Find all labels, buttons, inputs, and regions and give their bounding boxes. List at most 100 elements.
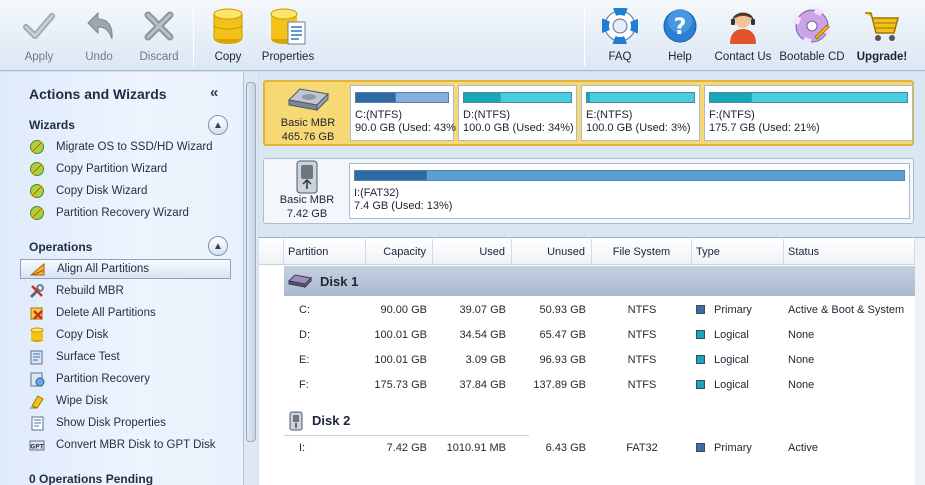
bootable-cd-label: Bootable CD — [779, 51, 845, 63]
upgrade-button[interactable]: Upgrade! — [853, 4, 911, 68]
action-item-partition-recovery[interactable]: Partition Recovery — [20, 369, 231, 389]
collapse-panel-icon[interactable]: « — [210, 84, 218, 101]
partition-type-swatch — [696, 443, 705, 452]
wizards-collapse-toggle[interactable]: ▲ — [208, 115, 228, 135]
cell-capacity: 100.01 GB — [374, 354, 427, 366]
action-item-align-all-partitions[interactable]: Align All Partitions — [20, 259, 231, 279]
partition-block-i[interactable]: I:(FAT32) 7.4 GB (Used: 13%) — [349, 163, 910, 219]
partition-name: E:(NTFS) — [586, 109, 633, 121]
action-item-partition-recovery-wizard[interactable]: Partition Recovery Wizard — [20, 203, 231, 223]
faq-label: FAQ — [608, 51, 632, 63]
cell-unused: 96.93 GB — [539, 354, 586, 366]
action-item-label: Migrate OS to SSD/HD Wizard — [56, 141, 213, 153]
partition-recovery-icon — [28, 370, 46, 388]
cell-status: None — [788, 354, 815, 366]
copy-button[interactable]: Copy — [204, 4, 252, 68]
action-item-convert-mbr-disk-to-gpt-disk[interactable]: GPT Convert MBR Disk to GPT Disk — [20, 435, 231, 455]
left-panel-scrollbar[interactable] — [243, 72, 258, 485]
discard-button[interactable]: Discard — [134, 4, 184, 68]
cell-status: Active — [788, 442, 818, 454]
undo-arrow-icon — [79, 4, 119, 48]
column-header-status[interactable]: Status — [784, 239, 915, 265]
column-header-unused[interactable]: Unused — [512, 239, 592, 265]
cell-used: 34.54 GB — [459, 329, 506, 341]
database-properties-icon — [268, 4, 308, 48]
partition-type-label: Logical — [714, 379, 749, 391]
action-item-label: Align All Partitions — [57, 263, 150, 275]
convert-icon: GPT — [28, 436, 46, 454]
partition-type-label: Logical — [714, 354, 749, 366]
action-item-copy-partition-wizard[interactable]: Copy Partition Wizard — [20, 159, 231, 179]
partition-type-label: Logical — [714, 329, 749, 341]
discard-label: Discard — [139, 51, 179, 63]
action-item-rebuild-mbr[interactable]: Rebuild MBR — [20, 281, 231, 301]
disk-map-row-2[interactable]: Basic MBR 7.42 GB I:(FAT32) 7.4 GB (Used: 1… — [263, 158, 914, 224]
cell-partition: D: — [299, 329, 310, 341]
partition-free-fill — [710, 93, 907, 102]
faq-button[interactable]: FAQ — [599, 4, 641, 68]
cell-capacity: 175.73 GB — [374, 379, 427, 391]
column-header-used[interactable]: Used — [433, 239, 512, 265]
x-icon — [139, 4, 179, 48]
partition-block-c[interactable]: C:(NTFS) 90.0 GB (Used: 43% — [350, 85, 456, 141]
table-scrollbar[interactable] — [915, 238, 925, 485]
panel-title: Actions and Wizards — [29, 86, 167, 102]
disk-map-label[interactable]: Basic MBR 465.76 GB — [266, 83, 350, 143]
disk-map-row-1[interactable]: Basic MBR 465.76 GB C:(NTFS) 90.0 GB (Used:… — [263, 80, 914, 146]
partition-info: 175.7 GB (Used: 21%) — [709, 122, 820, 134]
partition-block-e[interactable]: E:(NTFS) 100.0 GB (Used: 3%) — [581, 85, 700, 141]
align-icon — [29, 260, 47, 278]
partition-table: Partition Capacity Used Unused File System Ty… — [259, 237, 925, 485]
partition-name: C:(NTFS) — [355, 109, 403, 121]
disk-group-1[interactable]: Disk 1 — [284, 266, 915, 296]
disk-icon — [288, 273, 312, 289]
disk-map-label[interactable]: Basic MBR 7.42 GB — [265, 160, 349, 220]
cell-used: 37.84 GB — [459, 379, 506, 391]
table-row[interactable]: C: 90.00 GB 39.07 GB 50.93 GB NTFS Primary Act… — [259, 298, 915, 323]
table-row[interactable]: I: 7.42 GB 1010.91 MB 6.43 GB FAT32 Primary Ac… — [259, 436, 915, 461]
cell-used: 3.09 GB — [465, 354, 506, 366]
disk-group-2[interactable]: Disk 2 — [284, 406, 529, 436]
bootable-cd-button[interactable]: Bootable CD — [779, 4, 845, 68]
action-item-surface-test[interactable]: Surface Test — [20, 347, 231, 367]
action-item-migrate-os-to-ssd-hd-wizard[interactable]: Migrate OS to SSD/HD Wizard — [20, 137, 231, 157]
tools-icon — [28, 282, 46, 300]
help-button[interactable]: ? Help — [658, 4, 702, 68]
action-item-wipe-disk[interactable]: Wipe Disk — [20, 391, 231, 411]
partition-block-f[interactable]: F:(NTFS) 175.7 GB (Used: 21%) — [704, 85, 913, 141]
action-item-label: Partition Recovery — [56, 373, 150, 385]
table-header: Partition Capacity Used Unused File System Ty… — [259, 239, 915, 265]
undo-button[interactable]: Undo — [74, 4, 124, 68]
apply-button[interactable]: Apply — [14, 4, 64, 68]
cell-file-system: NTFS — [627, 304, 657, 316]
table-row[interactable]: D: 100.01 GB 34.54 GB 65.47 GB NTFS Logical No… — [259, 323, 915, 348]
table-row[interactable]: F: 175.73 GB 37.84 GB 137.89 GB NTFS Logical N… — [259, 373, 915, 398]
cell-capacity: 100.01 GB — [374, 329, 427, 341]
disk-group-name: Disk 1 — [320, 273, 359, 289]
column-header-type[interactable]: Type — [692, 239, 784, 265]
cd-icon — [792, 4, 832, 48]
action-item-copy-disk[interactable]: Copy Disk — [20, 325, 231, 345]
undo-label: Undo — [85, 51, 113, 63]
table-row[interactable]: E: 100.01 GB 3.09 GB 96.93 GB NTFS Logical Non… — [259, 348, 915, 373]
column-header-file-system[interactable]: File System — [592, 239, 692, 265]
action-item-label: Copy Disk Wizard — [56, 185, 148, 197]
cell-unused: 50.93 GB — [539, 304, 586, 316]
partition-free-fill — [464, 93, 571, 102]
cell-capacity: 90.00 GB — [380, 304, 427, 316]
operations-collapse-toggle[interactable]: ▲ — [208, 236, 228, 256]
cart-icon — [862, 4, 902, 48]
action-item-copy-disk-wizard[interactable]: Copy Disk Wizard — [20, 181, 231, 201]
partition-name: I:(FAT32) — [354, 187, 400, 199]
column-header-capacity[interactable]: Capacity — [366, 239, 433, 265]
properties-button[interactable]: Properties — [260, 4, 316, 68]
hard-drive-icon — [286, 85, 330, 115]
contact-us-button[interactable]: Contact Us — [711, 4, 775, 68]
action-item-delete-all-partitions[interactable]: Delete All Partitions — [20, 303, 231, 323]
partition-block-d[interactable]: D:(NTFS) 100.0 GB (Used: 34%) — [458, 85, 577, 141]
scrollbar-thumb[interactable] — [246, 82, 256, 442]
column-header-partition[interactable]: Partition — [284, 239, 366, 265]
action-item-show-disk-properties[interactable]: Show Disk Properties — [20, 413, 231, 433]
operations-pending: 0 Operations Pending — [29, 472, 154, 485]
copy-label: Copy — [214, 51, 242, 63]
